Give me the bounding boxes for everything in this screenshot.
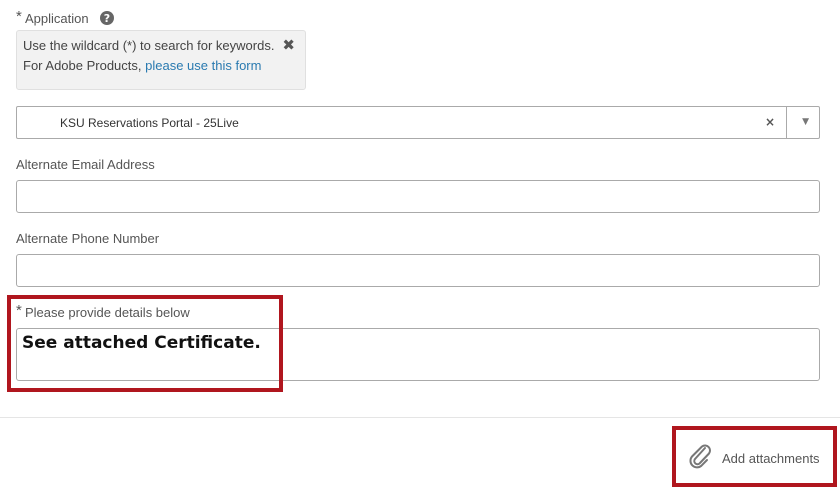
attachments-highlight-box	[672, 426, 837, 487]
application-select[interactable]: KSU Reservations Portal - 25Live × ▼	[16, 106, 820, 139]
application-info-box: Use the wildcard (*) to search for keywo…	[16, 30, 306, 90]
application-selected-value: KSU Reservations Portal - 25Live	[60, 116, 239, 130]
application-label: Application	[25, 11, 89, 26]
alternate-email-field[interactable]	[16, 180, 820, 213]
adobe-form-link[interactable]: please use this form	[145, 58, 261, 73]
chevron-down-icon[interactable]: ▼	[802, 117, 809, 127]
info-wildcard-text: Use the wildcard (*) to search for keywo…	[23, 38, 275, 53]
section-divider	[0, 417, 840, 418]
required-mark: *	[16, 8, 22, 25]
request-form: * Application ? Use the wildcard (*) to …	[0, 0, 840, 497]
alternate-phone-field[interactable]	[16, 254, 820, 287]
alternate-email-label: Alternate Email Address	[16, 157, 155, 172]
help-icon[interactable]: ?	[100, 11, 114, 25]
info-adobe-text: For Adobe Products, please use this form	[23, 58, 261, 73]
select-divider	[786, 107, 787, 138]
alternate-phone-label: Alternate Phone Number	[16, 231, 160, 246]
close-icon[interactable]: ✖	[282, 36, 295, 54]
info-adobe-prefix: For Adobe Products,	[23, 58, 146, 73]
details-highlight-box	[7, 295, 283, 392]
clear-icon[interactable]: ×	[765, 115, 775, 129]
